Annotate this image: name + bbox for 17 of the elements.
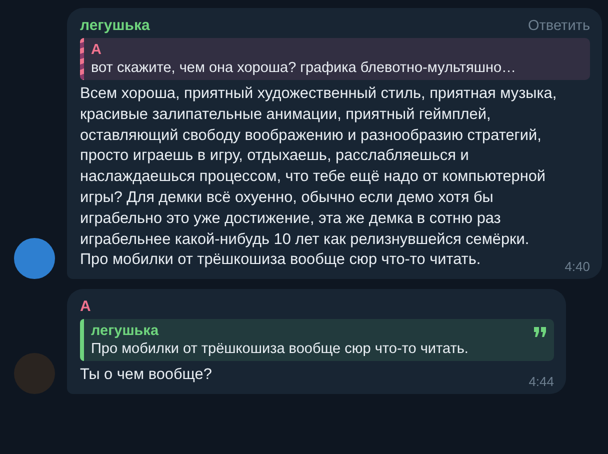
reply-link[interactable]: Ответить: [528, 18, 590, 34]
quote-bar: [80, 319, 84, 362]
reply-quote[interactable]: легушька Про мобилки от трёшкошиза вообще сюр что-то читать.: [80, 319, 554, 362]
quote-text: вот скажите, чем она хороша? графика блевотно-мультяшно…: [91, 60, 516, 76]
sender-name: А: [80, 298, 91, 316]
quote-sender: легушька: [91, 323, 159, 340]
quote-text: Про мобилки от трёшкошиза вообще сюр что-то читать.: [91, 341, 468, 358]
quote-sender: А: [91, 42, 102, 58]
quote-bar: [80, 38, 84, 80]
sender-name: легушька: [80, 17, 150, 34]
message-text: Ты о чем вообще?: [80, 365, 213, 386]
message-time: 4:40: [564, 259, 590, 274]
message-text: Всем хороша, приятный художественный стиль, приятная музыка, красивые залипательные анимации, приятный геймплей, оставляющий свободу воображению и разнообразию стратегий, просто играешь в игру, отдыхаешь, расслабляешься и наслаждаешься процессом, что тебе ещё надо от компьютерной игры? Для демки всё охуенно, обычно если демо хотя бы играбельно это уже достижение, эта же демка в сотню раз играбельнее какой-нибудь 10 лет как релизнувшейся семёрки. Про мобилки от трёшкошиза вообще сюр что-то читать.: [80, 84, 557, 270]
quote-icon: [534, 327, 546, 338]
reply-quote[interactable]: А вот скажите, чем она хороша? графика блевотно-мультяшно…: [80, 38, 590, 80]
avatar-icon[interactable]: [14, 238, 55, 280]
message-time: 4:44: [528, 374, 554, 389]
